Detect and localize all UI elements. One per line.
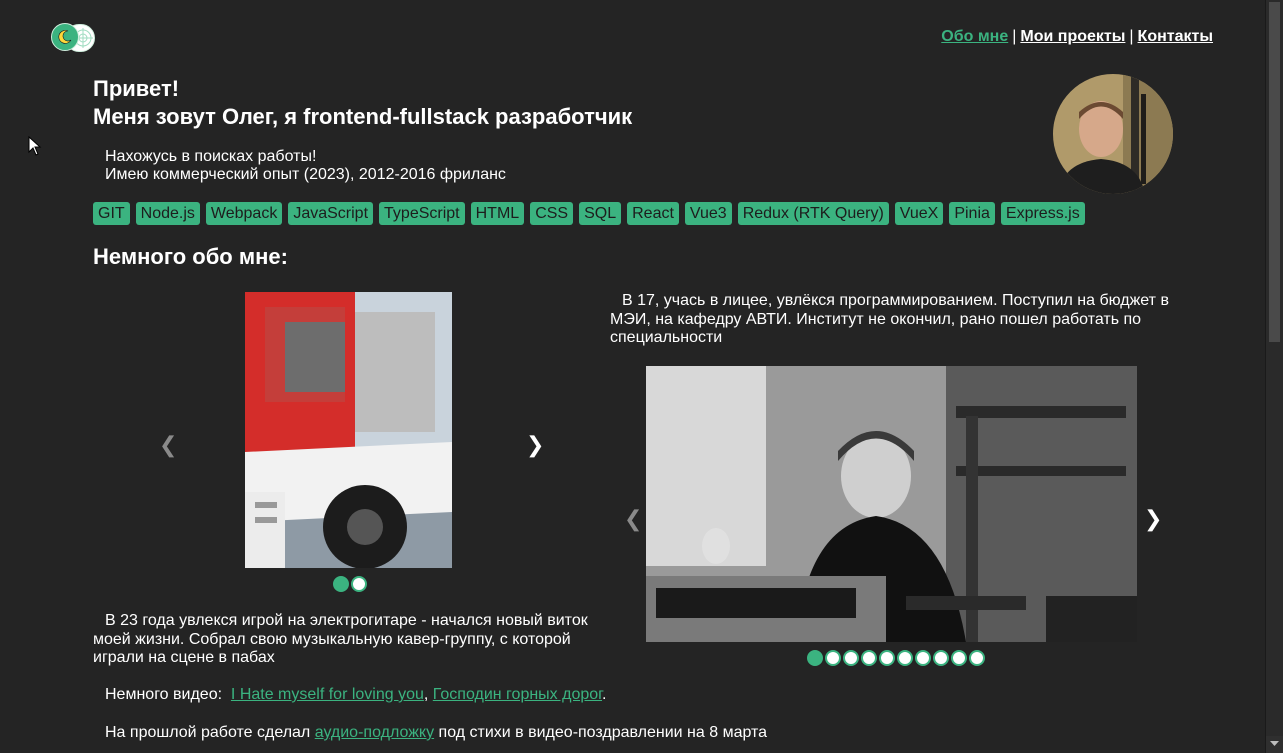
nav-separator: |	[1129, 28, 1134, 45]
carousel-dot[interactable]	[879, 650, 895, 666]
carousel-dot[interactable]	[933, 650, 949, 666]
carousel-next-button[interactable]: ❯	[1144, 506, 1162, 532]
carousel-slide-image	[245, 292, 452, 568]
skill-tag: Express.js	[1000, 202, 1085, 225]
vertical-scrollbar[interactable]	[1265, 0, 1283, 753]
skill-tag: Redux (RTK Query)	[737, 202, 889, 225]
carousel-slide-image	[646, 366, 1137, 642]
video-link[interactable]: I Hate myself for loving you	[231, 686, 424, 703]
carousel-dot[interactable]	[351, 576, 367, 592]
skill-tag: Vue3	[684, 202, 732, 225]
mouse-cursor-icon	[28, 136, 42, 156]
page-title: Привет! Меня зовут Олег, я frontend-full…	[93, 75, 632, 131]
carousel-next-button[interactable]: ❯	[526, 432, 544, 458]
carousel-dot[interactable]	[843, 650, 859, 666]
carousel-dot[interactable]	[825, 650, 841, 666]
avatar	[1053, 74, 1173, 194]
moon-icon	[51, 23, 79, 51]
carousel-dot[interactable]	[915, 650, 931, 666]
video-end: .	[602, 686, 607, 703]
nav-link-projects[interactable]: Мои проекты	[1020, 28, 1125, 45]
scroll-down-arrow[interactable]	[1266, 736, 1283, 753]
carousel-dot[interactable]	[969, 650, 985, 666]
skill-tag: SQL	[579, 202, 622, 225]
carousel-prev-button[interactable]: ❮	[159, 432, 177, 458]
nav-link-about[interactable]: Обо мне	[941, 28, 1008, 45]
video-label: Немного видео:	[105, 686, 223, 703]
name-line: Меня зовут Олег, я frontend-fullstack ра…	[93, 104, 633, 129]
work-text: На прошлой работе сделал аудио-подложку …	[105, 724, 767, 742]
work-prefix: На прошлой работе сделал	[105, 724, 311, 741]
work-suffix: под стихи в видео-поздравлении на 8 март…	[438, 724, 768, 741]
nav-link-contacts[interactable]: Контакты	[1138, 28, 1213, 45]
experience-text: Имею коммерческий опыт (2023), 2012-2016…	[105, 166, 506, 183]
skill-tag: JavaScript	[288, 202, 374, 225]
paragraph-text: В 17, учась в лицее, увлёкся программиро…	[610, 292, 1169, 346]
nav-separator: |	[1012, 28, 1017, 45]
video-link[interactable]: Господин горных дорог	[433, 686, 602, 703]
skill-tag: VueX	[894, 202, 944, 225]
greeting-line: Привет!	[93, 76, 180, 101]
theme-toggle-button[interactable]	[51, 23, 95, 52]
skill-tag: React	[627, 202, 679, 225]
skill-tag: CSS	[530, 202, 574, 225]
audio-link[interactable]: аудио-подложку	[315, 724, 434, 741]
carousel-prev-button[interactable]: ❮	[624, 506, 642, 532]
skill-tags: GIT Node.js Webpack JavaScript TypeScrip…	[93, 202, 1093, 225]
skill-tag: Webpack	[205, 202, 283, 225]
intro-text: Нахожусь в поисках работы! Имею коммерче…	[105, 148, 506, 184]
top-nav: Обо мне | Мои проекты | Контакты	[941, 28, 1213, 46]
carousel-dot[interactable]	[897, 650, 913, 666]
carousel-dot[interactable]	[807, 650, 823, 666]
video-separator: ,	[423, 686, 429, 703]
photo-carousel-2: ❮ ❯	[620, 366, 1165, 668]
carousel-dots	[807, 650, 985, 666]
carousel-dot[interactable]	[861, 650, 877, 666]
paragraph-text: В 23 года увлекся игрой на электрогитаре…	[93, 612, 588, 666]
skill-tag: Node.js	[135, 202, 200, 225]
scrollbar-thumb[interactable]	[1269, 2, 1280, 342]
job-search-status: Нахожусь в поисках работы!	[105, 148, 317, 165]
skill-tag: TypeScript	[379, 202, 465, 225]
carousel-dots	[333, 576, 367, 592]
carousel-dot[interactable]	[951, 650, 967, 666]
skill-tag: GIT	[93, 202, 130, 225]
about-text-guitar: В 23 года увлекся игрой на электрогитаре…	[93, 612, 593, 668]
video-links: Немного видео: I Hate myself for loving …	[105, 686, 606, 704]
about-text-programming: В 17, учась в лицее, увлёкся программиро…	[610, 292, 1180, 348]
skill-tag: Pinia	[949, 202, 995, 225]
photo-carousel-1: ❮ ❯	[155, 292, 550, 594]
skill-tag: HTML	[470, 202, 525, 225]
section-title-about: Немного обо мне:	[93, 244, 288, 269]
carousel-dot[interactable]	[333, 576, 349, 592]
